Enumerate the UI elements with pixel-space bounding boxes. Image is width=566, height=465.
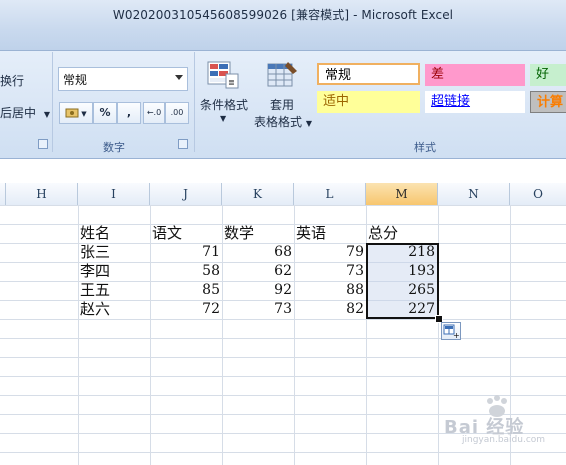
table-cell-name[interactable]: 王五 <box>80 281 150 299</box>
chevron-down-icon <box>175 75 183 80</box>
currency-icon <box>65 108 79 118</box>
increase-decimal-icon: ←.0 <box>146 108 162 117</box>
cell-style-label: 适中 <box>323 94 350 109</box>
baidu-watermark: Bai 经验 jingyan.baidu.com <box>440 395 560 445</box>
table-cell-total[interactable]: 218 <box>366 243 438 261</box>
column-header-l[interactable]: L <box>294 183 366 205</box>
table-cell[interactable]: 68 <box>222 243 294 261</box>
column-header-j[interactable]: J <box>150 183 222 205</box>
cell-style-bad[interactable]: 差 <box>425 64 525 86</box>
group-separator <box>52 52 53 152</box>
watermark-url: jingyan.baidu.com <box>462 435 546 445</box>
table-cell[interactable]: 72 <box>150 300 222 318</box>
table-cell-name[interactable]: 张三 <box>80 243 150 261</box>
merge-center-button[interactable]: 后居中 ▼ <box>0 104 50 121</box>
column-header-h[interactable]: H <box>6 183 78 205</box>
table-cell-name[interactable]: 李四 <box>80 262 150 280</box>
number-group-label: 数字 <box>103 141 125 154</box>
table-cell[interactable]: 58 <box>150 262 222 280</box>
column-header-k[interactable]: K <box>222 183 294 205</box>
grid-line <box>0 319 566 320</box>
grid-line <box>0 452 566 453</box>
cell-style-label: 常规 <box>325 68 352 83</box>
table-cell[interactable]: 62 <box>222 262 294 280</box>
chevron-down-icon: ▼ <box>305 119 312 128</box>
auto-fill-options-button[interactable]: + <box>441 322 461 340</box>
table-cell[interactable]: 79 <box>294 243 366 261</box>
conditional-format-button[interactable]: 条件格式 <box>200 96 248 113</box>
table-cell[interactable]: 73 <box>294 262 366 280</box>
cell-style-label: 计算 <box>537 95 564 110</box>
cell-style-label: 差 <box>431 67 445 82</box>
alignment-dialog-launcher-icon[interactable] <box>38 139 48 149</box>
worksheet-grid[interactable]: 姓名 语文 数学 英语 总分 张三 71 68 79 218 李四 58 62 … <box>0 205 566 465</box>
decrease-decimal-icon: .00 <box>170 108 184 117</box>
table-cell-total[interactable]: 265 <box>366 281 438 299</box>
accounting-format-button[interactable]: ▼ <box>59 102 93 124</box>
table-cell-total[interactable]: 227 <box>366 300 438 318</box>
table-cell[interactable]: 71 <box>150 243 222 261</box>
table-cell[interactable]: 82 <box>294 300 366 318</box>
table-cell[interactable]: 73 <box>222 300 294 318</box>
svg-text:≣: ≣ <box>228 78 235 87</box>
table-cell-name[interactable]: 赵六 <box>80 300 150 318</box>
chevron-down-icon: ▼ <box>220 114 227 123</box>
cell-style-normal[interactable]: 常规 <box>317 63 420 85</box>
table-header-cell[interactable]: 姓名 <box>80 224 150 242</box>
table-header-cell[interactable]: 总分 <box>368 224 438 242</box>
column-header-o[interactable]: O <box>510 183 566 205</box>
table-cell-total[interactable]: 193 <box>366 262 438 280</box>
cell-style-label: 好 <box>536 67 550 82</box>
column-header-n[interactable]: N <box>438 183 510 205</box>
format-as-table-icon <box>266 60 300 90</box>
cell-style-hyperlink[interactable]: 超链接 <box>425 91 525 113</box>
cell-style-label: 超链接 <box>431 94 471 109</box>
chevron-down-icon: ▼ <box>43 110 50 119</box>
number-format-value: 常规 <box>63 73 88 87</box>
merge-center-label: 后居中 <box>0 106 37 120</box>
column-header-row: H I J K L M N O <box>0 183 566 206</box>
table-cell[interactable]: 85 <box>150 281 222 299</box>
auto-fill-options-icon: + <box>443 324 460 340</box>
formula-bar-area <box>0 159 566 184</box>
decrease-decimal-button[interactable]: .00 <box>165 102 189 124</box>
grid-line <box>0 376 566 377</box>
table-header-cell[interactable]: 英语 <box>296 224 366 242</box>
table-cell[interactable]: 92 <box>222 281 294 299</box>
grid-line <box>0 338 566 339</box>
group-separator <box>194 52 195 152</box>
conditional-format-icon: ≣ <box>206 60 240 90</box>
grid-line <box>0 205 566 206</box>
column-header-i[interactable]: I <box>78 183 150 205</box>
comma-style-button[interactable]: , <box>117 102 141 124</box>
format-as-table-button[interactable]: 表格格式 ▼ <box>254 113 312 130</box>
grid-line <box>0 357 566 358</box>
percent-button[interactable]: % <box>93 102 117 124</box>
table-header-cell[interactable]: 数学 <box>224 224 294 242</box>
cell-style-good[interactable]: 好 <box>530 64 566 86</box>
number-format-dropdown[interactable]: 常规 <box>58 67 188 91</box>
title-bar: W020200310545608599026 [兼容模式] - Microsof… <box>0 0 566 30</box>
cell-style-neutral[interactable]: 适中 <box>317 91 420 113</box>
grid-line <box>78 205 79 465</box>
table-cell[interactable]: 88 <box>294 281 366 299</box>
window-title: W020200310545608599026 [兼容模式] - Microsof… <box>112 8 454 22</box>
ribbon-tab-strip <box>0 30 566 51</box>
column-header-m[interactable]: M <box>366 183 438 205</box>
increase-decimal-button[interactable]: ←.0 <box>143 102 165 124</box>
format-as-table-line2: 表格格式 <box>254 115 303 129</box>
format-as-table-line1[interactable]: 套用 <box>270 96 294 113</box>
wrap-text-button[interactable]: 换行 <box>0 72 24 89</box>
svg-text:+: + <box>453 331 460 339</box>
table-header-cell[interactable]: 语文 <box>152 224 222 242</box>
styles-group-label: 样式 <box>414 141 436 154</box>
cell-style-calculation[interactable]: 计算 <box>530 91 566 113</box>
number-dialog-launcher-icon[interactable] <box>178 139 188 149</box>
